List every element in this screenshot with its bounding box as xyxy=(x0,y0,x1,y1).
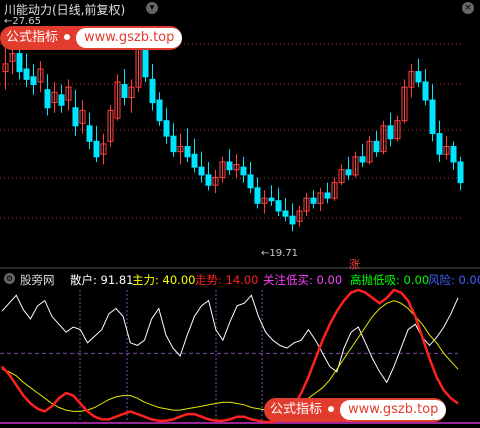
candle-body xyxy=(282,210,289,217)
badge-label: 公式指标 xyxy=(270,402,323,417)
candle-body xyxy=(72,107,79,127)
candle-body xyxy=(58,94,65,106)
candle-body xyxy=(373,140,380,153)
candle-body xyxy=(93,140,100,158)
close-icon[interactable]: × xyxy=(462,2,474,14)
indicator-header: ⚙ 股旁网 散户: 91.81 主力: 40.00 走势: 14.00 关注低买: 0… xyxy=(0,271,480,287)
indicator-item: 高抛低吸: 0.00 xyxy=(350,273,430,287)
candle-body xyxy=(436,133,443,155)
low-price-value: 19.71 xyxy=(269,248,299,259)
candle-body xyxy=(275,200,282,212)
kline-chart xyxy=(0,26,480,424)
candle-body xyxy=(23,68,30,80)
candle-body xyxy=(247,174,254,189)
candle-body xyxy=(310,197,317,204)
badge-site: www.gszb.top xyxy=(340,400,447,420)
indicator-item: 散户: 91.81 xyxy=(70,273,134,287)
candle-body xyxy=(268,197,275,202)
indicator-item: 走势: 14.00 xyxy=(195,273,259,287)
candle-body xyxy=(457,161,464,184)
formula-badge-bottom[interactable]: 公式指标 www.gszb.top xyxy=(264,398,447,422)
candle-body xyxy=(163,120,170,137)
dot-icon xyxy=(64,33,71,40)
chart-header: 川能动力(日线,前复权) ▾ × xyxy=(0,0,480,18)
badge-label: 公式指标 xyxy=(6,30,59,45)
candle-body xyxy=(86,125,93,142)
chevron-down-icon[interactable]: ▾ xyxy=(146,2,158,14)
candle-body xyxy=(422,81,429,101)
candle-body xyxy=(44,89,51,109)
candle-body xyxy=(359,156,366,163)
candle-body xyxy=(450,145,457,163)
candle-body xyxy=(429,99,436,135)
retail-line xyxy=(1,294,459,384)
candle-body xyxy=(30,76,37,86)
candle-body xyxy=(198,166,205,176)
candle-body xyxy=(345,169,352,176)
candle-body xyxy=(226,161,233,171)
badge-site: www.gszb.top xyxy=(76,28,183,48)
indicator-item: 主力: 40.00 xyxy=(132,273,196,287)
candle-body xyxy=(289,215,296,225)
candle-body xyxy=(142,47,149,78)
candle-body xyxy=(149,78,156,104)
indicator-item: 关注低买: 0.00 xyxy=(263,273,343,287)
candle-body xyxy=(184,145,191,158)
candle-body xyxy=(240,166,247,176)
candle-body xyxy=(387,125,394,140)
candle-body xyxy=(191,153,198,168)
indicator-name[interactable]: 股旁网 xyxy=(20,272,55,288)
chart-window: 川能动力(日线,前复权) ▾ × ←27.65 ←19.71 涨 公式指标 www… xyxy=(0,0,480,428)
dot-icon xyxy=(328,405,335,412)
gear-icon[interactable]: ⚙ xyxy=(4,273,15,284)
candle-body xyxy=(16,53,23,73)
indicator-item: 风险: 0.00 xyxy=(428,273,480,287)
rise-signal: 涨 xyxy=(349,258,360,271)
candle-body xyxy=(205,174,212,186)
candle-body xyxy=(254,187,261,204)
candle-body xyxy=(121,84,128,98)
candle-body xyxy=(156,99,163,122)
candle-body xyxy=(170,135,177,153)
low-price-label: ←19.71 xyxy=(261,248,299,259)
candle-body xyxy=(324,192,331,199)
formula-badge-top[interactable]: 公式指标 www.gszb.top xyxy=(0,26,183,50)
candle-body xyxy=(415,71,422,83)
